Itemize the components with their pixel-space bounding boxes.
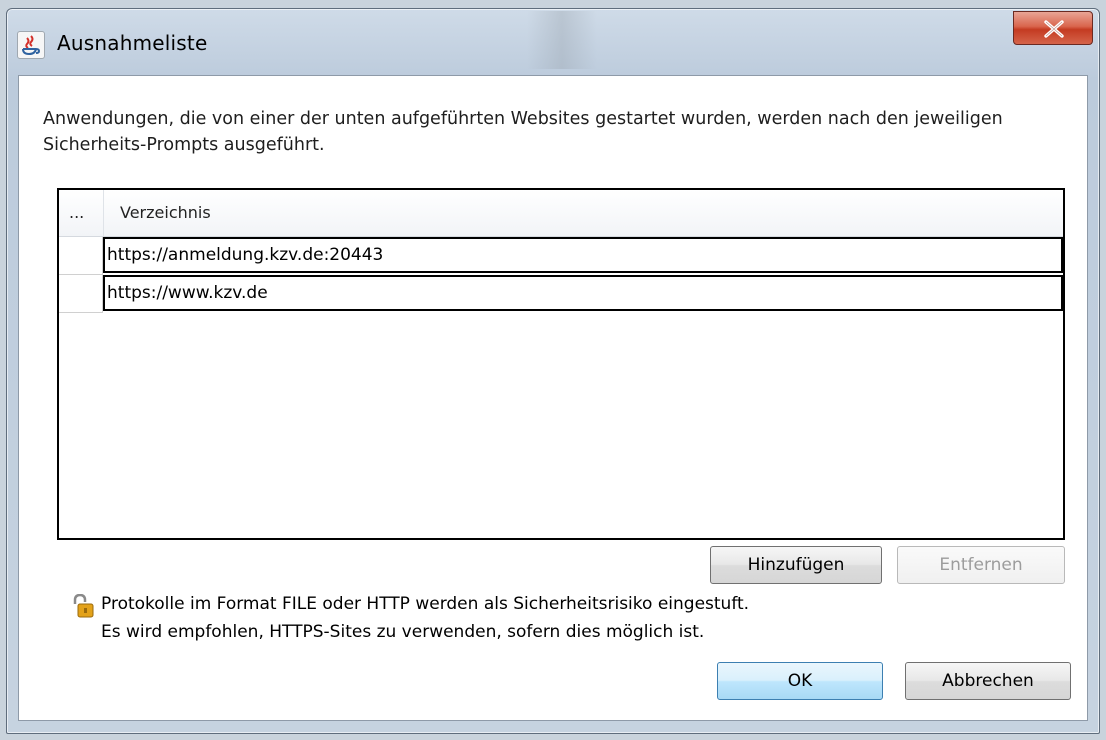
warning-line-1: Protokolle im Format FILE oder HTTP werd… [101,594,750,614]
cancel-button-label: Abbrechen [942,671,1034,691]
exception-list-dialog: Ausnahmeliste Anwendungen, die von einer… [6,8,1100,734]
remove-button[interactable]: Entfernen [897,546,1065,584]
column-directory-label: Verzeichnis [120,203,211,222]
remove-button-label: Entfernen [939,555,1023,575]
dialog-body: Anwendungen, die von einer der unten auf… [18,75,1088,721]
ok-button[interactable]: OK [717,662,883,700]
table-row[interactable]: https://anmeldung.kzv.de:20443 [59,237,1063,275]
site-table: ... Verzeichnis https://anmeldung.kzv.de… [57,188,1065,540]
url-cell[interactable]: https://anmeldung.kzv.de:20443 [103,237,1063,273]
description-text: Anwendungen, die von einer der unten auf… [43,109,1003,155]
security-warning: Protokolle im Format FILE oder HTTP werd… [101,590,749,646]
unlocked-padlock-icon [73,594,94,618]
window-title: Ausnahmeliste [57,31,208,55]
ok-button-label: OK [787,671,813,691]
close-button[interactable] [1013,11,1093,45]
title-bar[interactable]: Ausnahmeliste [7,9,1099,71]
column-select-label: ... [69,203,85,222]
table-header: ... Verzeichnis [59,190,1063,237]
table-row[interactable]: https://www.kzv.de [59,275,1063,313]
row-selector[interactable] [59,237,103,275]
column-header-directory[interactable]: Verzeichnis [104,190,1063,236]
java-icon [17,31,45,59]
url-cell[interactable]: https://www.kzv.de [103,275,1063,311]
add-button-label: Hinzufügen [747,555,845,575]
column-header-select[interactable]: ... [59,190,104,236]
row-selector[interactable] [59,275,103,313]
cancel-button[interactable]: Abbrechen [905,662,1071,700]
close-icon [1044,20,1064,38]
add-button[interactable]: Hinzufügen [710,546,882,584]
title-bar-reflection [527,11,597,69]
warning-line-2: Es wird empfohlen, HTTPS-Sites zu verwen… [101,622,705,642]
